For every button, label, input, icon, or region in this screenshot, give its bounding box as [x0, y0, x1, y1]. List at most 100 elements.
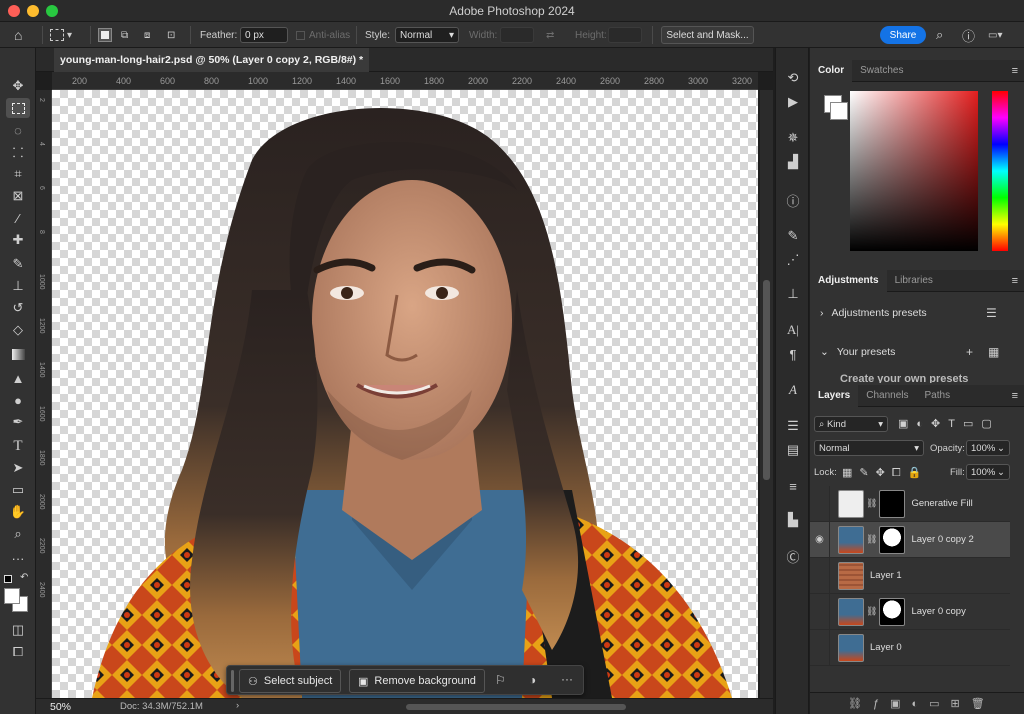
pen-tool-icon[interactable]: ✒: [6, 412, 30, 432]
move-tool-icon[interactable]: ✥: [6, 76, 30, 96]
layer-row[interactable]: ⛓ Layer 0 copy: [810, 593, 1010, 630]
visibility-toggle[interactable]: [810, 485, 830, 522]
paragraph-icon[interactable]: ¶: [782, 344, 804, 364]
layer-row[interactable]: Layer 0: [810, 629, 1010, 666]
document-tab[interactable]: young-man-long-hair2.psd @ 50% (Layer 0 …: [54, 48, 370, 72]
color-picker-field[interactable]: [850, 91, 978, 251]
layer-filter-icons[interactable]: ▣◐✥T▭▢: [898, 417, 1000, 430]
drag-handle[interactable]: [231, 670, 234, 692]
panel-menu-icon[interactable]: ≡: [1012, 390, 1024, 402]
home-icon[interactable]: ⌂: [14, 22, 22, 48]
type-tool-icon[interactable]: T: [6, 436, 30, 456]
more-tools-icon[interactable]: ···: [6, 548, 30, 568]
eye-icon[interactable]: ◉: [810, 521, 830, 558]
tab-layers[interactable]: Layers: [810, 384, 859, 407]
workspace-icon[interactable]: ▭▾: [988, 22, 1002, 48]
tab-color[interactable]: Color: [810, 59, 853, 82]
tab-libraries[interactable]: Libraries: [887, 270, 941, 292]
timeline-icon[interactable]: ▙: [782, 510, 804, 530]
subtract-selection-icon[interactable]: ⧈: [144, 22, 150, 48]
document-canvas[interactable]: [52, 90, 758, 698]
gradient-tool-icon[interactable]: [6, 344, 30, 364]
intersect-selection-icon[interactable]: ⊡: [167, 22, 175, 48]
default-colors-icon[interactable]: [4, 575, 12, 583]
bg-color-chip[interactable]: [830, 102, 848, 120]
layer-row[interactable]: ◉ ⛓ Layer 0 copy 2: [810, 521, 1010, 558]
brush-settings-icon[interactable]: ✎: [782, 226, 804, 246]
quick-mask-icon[interactable]: ◫: [6, 620, 30, 640]
adjust-icon[interactable]: ◑: [529, 673, 536, 687]
fill-input[interactable]: 100% ⌄: [966, 464, 1010, 480]
new-selection-icon[interactable]: [98, 22, 112, 48]
clone-stamp-tool-icon[interactable]: ⊥: [6, 276, 30, 296]
healing-brush-tool-icon[interactable]: ✚: [6, 230, 30, 250]
layers-footer-icons[interactable]: ⛓ƒ▣◐▭⊞🗑: [810, 692, 1024, 714]
zoom-level[interactable]: 50%: [50, 701, 71, 713]
tab-adjustments[interactable]: Adjustments: [810, 269, 887, 292]
remove-background-button[interactable]: ▣ Remove background: [349, 669, 485, 693]
adjustments-presets-row[interactable]: › Adjustments presets: [820, 307, 927, 319]
list-view-icon[interactable]: ☰: [986, 306, 997, 320]
info-icon[interactable]: ⓘ: [782, 190, 804, 210]
foreground-color-swatch[interactable]: [4, 588, 20, 604]
more-options-icon[interactable]: ···: [561, 672, 573, 686]
glyphs-icon[interactable]: A: [782, 380, 804, 400]
select-subject-button[interactable]: ⚇ Select subject: [239, 669, 342, 693]
path-selection-tool-icon[interactable]: ➤: [6, 458, 30, 478]
swap-colors-icon[interactable]: ↶: [20, 572, 28, 583]
eyedropper-tool-icon[interactable]: ⁄: [6, 208, 30, 228]
marquee-tool-icon[interactable]: [6, 98, 30, 118]
search-icon[interactable]: ⌕: [936, 22, 943, 48]
tab-channels[interactable]: Channels: [858, 385, 916, 407]
visibility-toggle[interactable]: [810, 593, 830, 630]
add-selection-icon[interactable]: ⧉: [121, 22, 128, 48]
share-button[interactable]: Share: [880, 26, 926, 44]
hue-slider[interactable]: [992, 91, 1008, 251]
hand-tool-icon[interactable]: ✋: [6, 502, 30, 522]
your-presets-row[interactable]: ⌄ Your presets: [820, 346, 895, 358]
histogram-icon[interactable]: ▟: [782, 152, 804, 172]
brush-tool-icon[interactable]: ✎: [6, 254, 30, 274]
blur-tool-icon[interactable]: ▲: [6, 368, 30, 388]
actions-play-icon[interactable]: ▶: [782, 92, 804, 112]
panel-menu-icon[interactable]: ≡: [1012, 65, 1024, 77]
opacity-input[interactable]: 100% ⌄: [966, 440, 1010, 456]
tab-paths[interactable]: Paths: [917, 385, 959, 407]
layer-row[interactable]: ⛓ Generative Fill: [810, 485, 1010, 522]
feather-input[interactable]: 0 px: [240, 27, 288, 43]
visibility-toggle[interactable]: [810, 629, 830, 666]
select-and-mask-button[interactable]: Select and Mask...: [661, 26, 754, 44]
marquee-preset-icon[interactable]: ▾: [50, 22, 72, 48]
history-icon[interactable]: ⟲: [782, 68, 804, 88]
tab-swatches[interactable]: Swatches: [852, 60, 911, 82]
screen-mode-icon[interactable]: ⧠: [6, 642, 30, 662]
layer-row[interactable]: Layer 1: [810, 557, 1010, 594]
frame-tool-icon[interactable]: ⊠: [6, 186, 30, 206]
help-icon[interactable]: ⓘ: [962, 22, 975, 48]
character-icon[interactable]: A|: [782, 320, 804, 340]
quick-selection-tool-icon[interactable]: ⸬: [6, 142, 30, 162]
history-brush-tool-icon[interactable]: ↺: [6, 298, 30, 318]
clone-source-icon[interactable]: ⊥: [782, 284, 804, 304]
properties-icon[interactable]: ☰: [782, 416, 804, 436]
content-credentials-icon[interactable]: Ⓒ: [782, 546, 804, 566]
transform-icon[interactable]: ⚐: [495, 673, 506, 687]
visibility-toggle[interactable]: [810, 557, 830, 594]
crop-tool-icon[interactable]: ⌗: [6, 164, 30, 184]
vertical-scrollbar[interactable]: [760, 90, 773, 698]
zoom-tool-icon[interactable]: ⌕: [6, 524, 30, 544]
brushes-icon[interactable]: ⋰: [782, 250, 804, 270]
grid-view-icon[interactable]: ▦: [988, 345, 999, 359]
lasso-tool-icon[interactable]: ◌: [6, 120, 30, 140]
eraser-tool-icon[interactable]: ◇: [6, 320, 30, 340]
scrollbar-thumb[interactable]: [763, 280, 770, 480]
lock-icons[interactable]: ▦✎✥⧠🔒: [842, 466, 928, 480]
horizontal-scrollbar-thumb[interactable]: [406, 704, 626, 710]
adjust-sliders-icon[interactable]: ≡: [782, 476, 804, 496]
dodge-tool-icon[interactable]: ●: [6, 390, 30, 410]
kind-filter-select[interactable]: ⌕ Kind ▾: [814, 416, 888, 432]
style-select[interactable]: Normal ▾: [395, 27, 459, 43]
panel-menu-icon[interactable]: ≡: [1012, 275, 1024, 287]
blend-mode-select[interactable]: Normal ▾: [814, 440, 924, 456]
rectangle-tool-icon[interactable]: ▭: [6, 480, 30, 500]
